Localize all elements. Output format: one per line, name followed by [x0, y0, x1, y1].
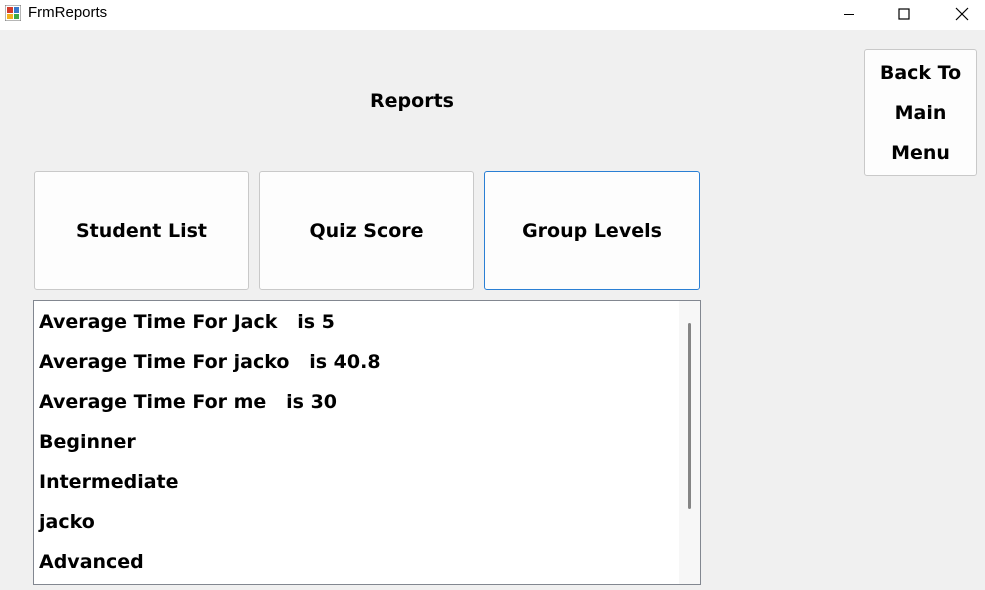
app-icon: [5, 5, 21, 21]
report-list: Average Time For Jack is 5 Average Time …: [39, 302, 381, 582]
back-button-label-line3: Menu: [891, 141, 950, 164]
list-item[interactable]: Average Time For jacko is 40.8: [39, 342, 381, 382]
list-item[interactable]: Beginner: [39, 422, 381, 462]
maximize-icon: [898, 8, 910, 20]
list-item[interactable]: Average Time For me is 30: [39, 382, 381, 422]
report-listbox[interactable]: Average Time For Jack is 5 Average Time …: [33, 300, 701, 585]
close-icon: [955, 7, 969, 21]
title-bar: FrmReports: [0, 0, 985, 30]
list-item[interactable]: Average Time For Jack is 5: [39, 302, 381, 342]
reports-heading: Reports: [370, 90, 454, 112]
back-button-label-line2: Main: [894, 101, 947, 124]
window-title: FrmReports: [28, 4, 108, 21]
back-button-label-line1: Back To: [879, 61, 962, 84]
back-to-main-menu-button[interactable]: Back To Main Menu: [864, 49, 977, 176]
list-item[interactable]: jacko: [39, 502, 381, 542]
list-item[interactable]: Advanced: [39, 542, 381, 582]
minimize-button[interactable]: [826, 0, 872, 28]
maximize-button[interactable]: [881, 0, 927, 28]
list-item[interactable]: Intermediate: [39, 462, 381, 502]
student-list-button[interactable]: Student List: [34, 171, 249, 290]
close-button[interactable]: [939, 0, 985, 28]
minimize-icon: [844, 14, 854, 15]
group-levels-button[interactable]: Group Levels: [484, 171, 700, 290]
vertical-scrollbar[interactable]: [679, 301, 700, 584]
quiz-score-button[interactable]: Quiz Score: [259, 171, 474, 290]
scrollbar-thumb[interactable]: [688, 323, 691, 509]
